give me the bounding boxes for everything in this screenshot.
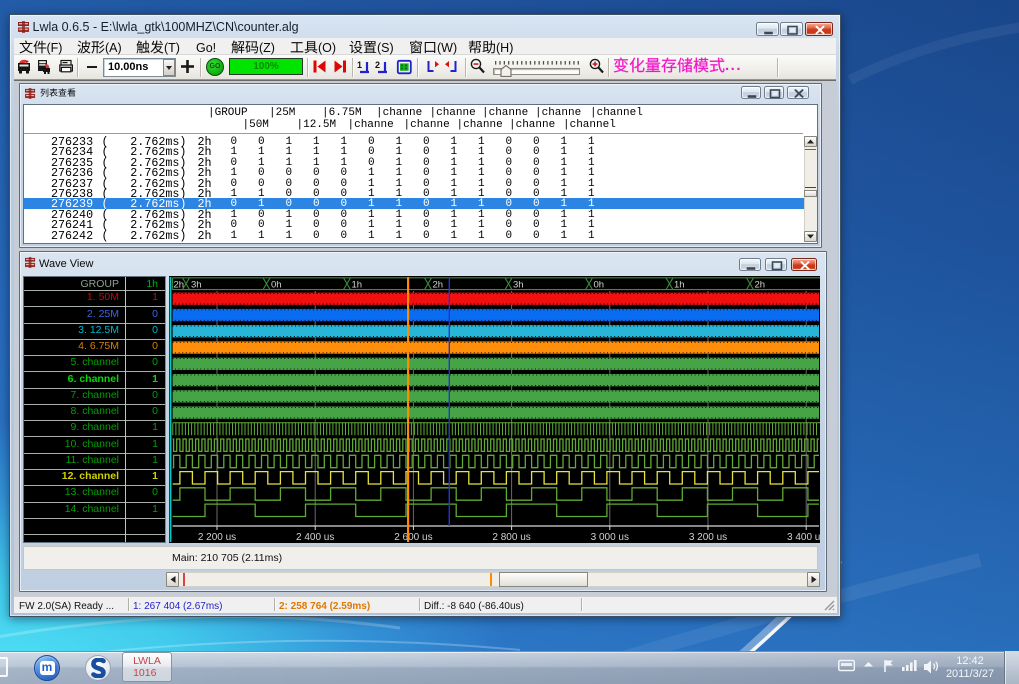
svg-text:2h: 2h (433, 279, 444, 290)
svg-text:1h: 1h (674, 279, 685, 290)
svg-text:3h: 3h (513, 279, 524, 290)
svg-text:2h: 2h (755, 279, 766, 290)
svg-text:2 200 us: 2 200 us (198, 532, 236, 543)
svg-text:3 400 us: 3 400 us (787, 532, 820, 543)
svg-text:1h: 1h (352, 279, 363, 290)
svg-text:0h: 0h (594, 279, 605, 290)
svg-text:3h: 3h (191, 279, 202, 290)
svg-text:3 000 us: 3 000 us (591, 532, 629, 543)
svg-text:3 200 us: 3 200 us (689, 532, 727, 543)
svg-text:2: 2 (375, 60, 380, 70)
svg-text:2h: 2h (174, 279, 185, 290)
svg-text:0h: 0h (271, 279, 282, 290)
svg-text:2 400 us: 2 400 us (296, 532, 334, 543)
svg-text:2 600 us: 2 600 us (394, 532, 432, 543)
svg-text:1: 1 (357, 60, 362, 70)
svg-text:2 800 us: 2 800 us (492, 532, 530, 543)
